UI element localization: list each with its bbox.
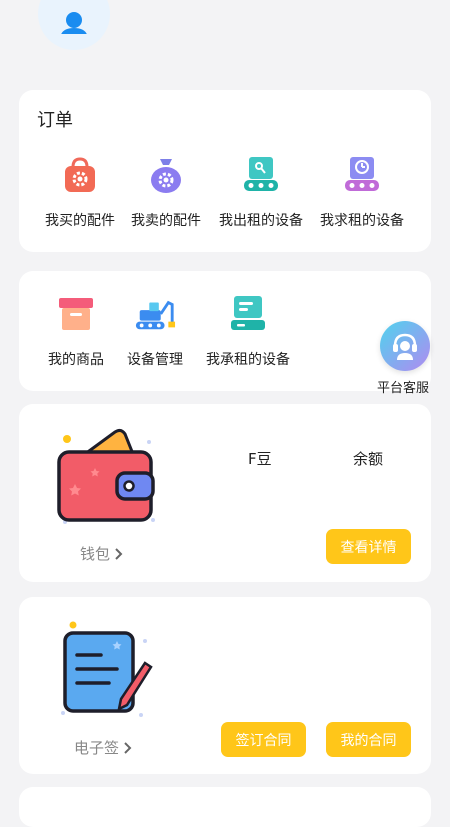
- chevron-right-icon: [115, 547, 123, 560]
- tool-item-device-management[interactable]: 设备管理: [105, 293, 205, 369]
- wallet-icon: [51, 424, 161, 536]
- order-item-label: 我求租的设备: [320, 213, 404, 229]
- balance-label[interactable]: 余额: [353, 448, 383, 469]
- rent-in-device-icon: [341, 154, 383, 196]
- order-item-label: 我卖的配件: [131, 213, 201, 229]
- avatar[interactable]: [38, 0, 110, 50]
- wallet-link-label: 钱包: [80, 545, 111, 563]
- customer-service-button[interactable]: 平台客服: [377, 321, 433, 396]
- orders-card: 订单 我买的配件 我卖的配件 我出租的设备 我求租的设备: [19, 90, 431, 252]
- order-item-rented-out-device[interactable]: 我出租的设备: [211, 154, 311, 230]
- order-item-label: 我出租的设备: [219, 213, 303, 229]
- wallet-card: F豆 余额 钱包 查看详情: [19, 404, 431, 582]
- esign-card: 电子签 签订合同 我的合同: [19, 597, 431, 774]
- orders-title: 订单: [37, 110, 73, 131]
- esign-link-label: 电子签: [74, 739, 120, 757]
- tool-item-label: 我承租的设备: [206, 352, 290, 368]
- wallet-link[interactable]: 钱包: [80, 543, 124, 564]
- chevron-right-icon: [124, 741, 132, 754]
- next-card: [19, 787, 431, 827]
- bag-gear-icon: [59, 154, 101, 196]
- order-item-sold-parts[interactable]: 我卖的配件: [116, 154, 216, 230]
- esign-link[interactable]: 电子签: [74, 737, 133, 758]
- excavator-icon: [134, 293, 176, 335]
- money-bag-gear-icon: [145, 154, 187, 196]
- rent-out-device-icon: [240, 154, 282, 196]
- user-icon: [61, 12, 87, 34]
- tool-item-label: 设备管理: [127, 352, 183, 368]
- tool-item-leased-device[interactable]: 我承租的设备: [198, 293, 298, 369]
- tool-item-label: 我的商品: [48, 352, 104, 368]
- order-item-rent-wanted-device[interactable]: 我求租的设备: [312, 154, 412, 230]
- customer-service-label: 平台客服: [376, 381, 429, 396]
- sign-contract-button[interactable]: 签订合同: [221, 722, 306, 757]
- order-item-bought-parts[interactable]: 我买的配件: [30, 154, 130, 230]
- contract-pen-icon: [57, 617, 157, 723]
- order-item-label: 我买的配件: [45, 213, 115, 229]
- goods-box-icon: [55, 293, 97, 335]
- view-details-button[interactable]: 查看详情: [326, 529, 411, 564]
- leased-device-icon: [227, 293, 269, 335]
- my-contracts-button[interactable]: 我的合同: [326, 722, 411, 757]
- tools-card: 我的商品 设备管理 我承租的设备: [19, 271, 431, 391]
- customer-service-icon: [380, 321, 430, 371]
- fdou-label[interactable]: F豆: [248, 448, 272, 469]
